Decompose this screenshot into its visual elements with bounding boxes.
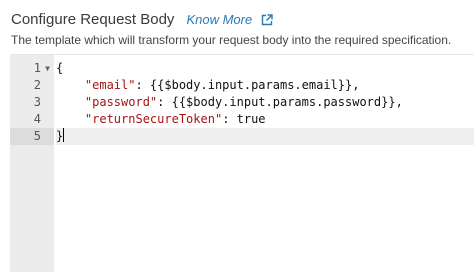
fold-arrow-icon[interactable]: ▼ [45, 60, 50, 77]
line-number: 4 [33, 112, 41, 126]
line-number: 3 [33, 95, 41, 109]
code-line[interactable]: "returnSecureToken": true [56, 111, 474, 128]
line-number: 1 ▼ [33, 60, 50, 77]
json-key: "returnSecureToken" [84, 112, 223, 126]
line-number-active: 5 [10, 128, 54, 145]
json-value: : true [222, 112, 266, 126]
know-more-link[interactable]: Know More [186, 12, 252, 27]
json-value: : {{$body.input.params.email}}, [135, 78, 360, 92]
section-description: The template which will transform your r… [11, 33, 452, 47]
line-number: 2 [33, 78, 41, 92]
text-cursor [63, 128, 65, 142]
json-key: "password" [84, 95, 158, 109]
code-line[interactable]: { [56, 60, 474, 77]
json-key: "email" [84, 78, 136, 92]
editor-gutter: 1 ▼ 2 3 4 5 [10, 55, 54, 272]
code-editor[interactable]: 1 ▼ 2 3 4 5 { "email": {{$body.input.par… [10, 54, 474, 272]
json-value: : {{$body.input.params.password}}, [157, 95, 403, 109]
section-title: Configure Request Body [11, 10, 175, 28]
code-line[interactable]: "email": {{$body.input.params.email}}, [56, 77, 474, 94]
external-link-icon[interactable] [261, 13, 273, 26]
section-header: Configure Request Body Know More [11, 8, 273, 30]
code-line[interactable]: "password": {{$body.input.params.passwor… [56, 94, 474, 111]
code-line-active[interactable]: } [56, 128, 474, 145]
